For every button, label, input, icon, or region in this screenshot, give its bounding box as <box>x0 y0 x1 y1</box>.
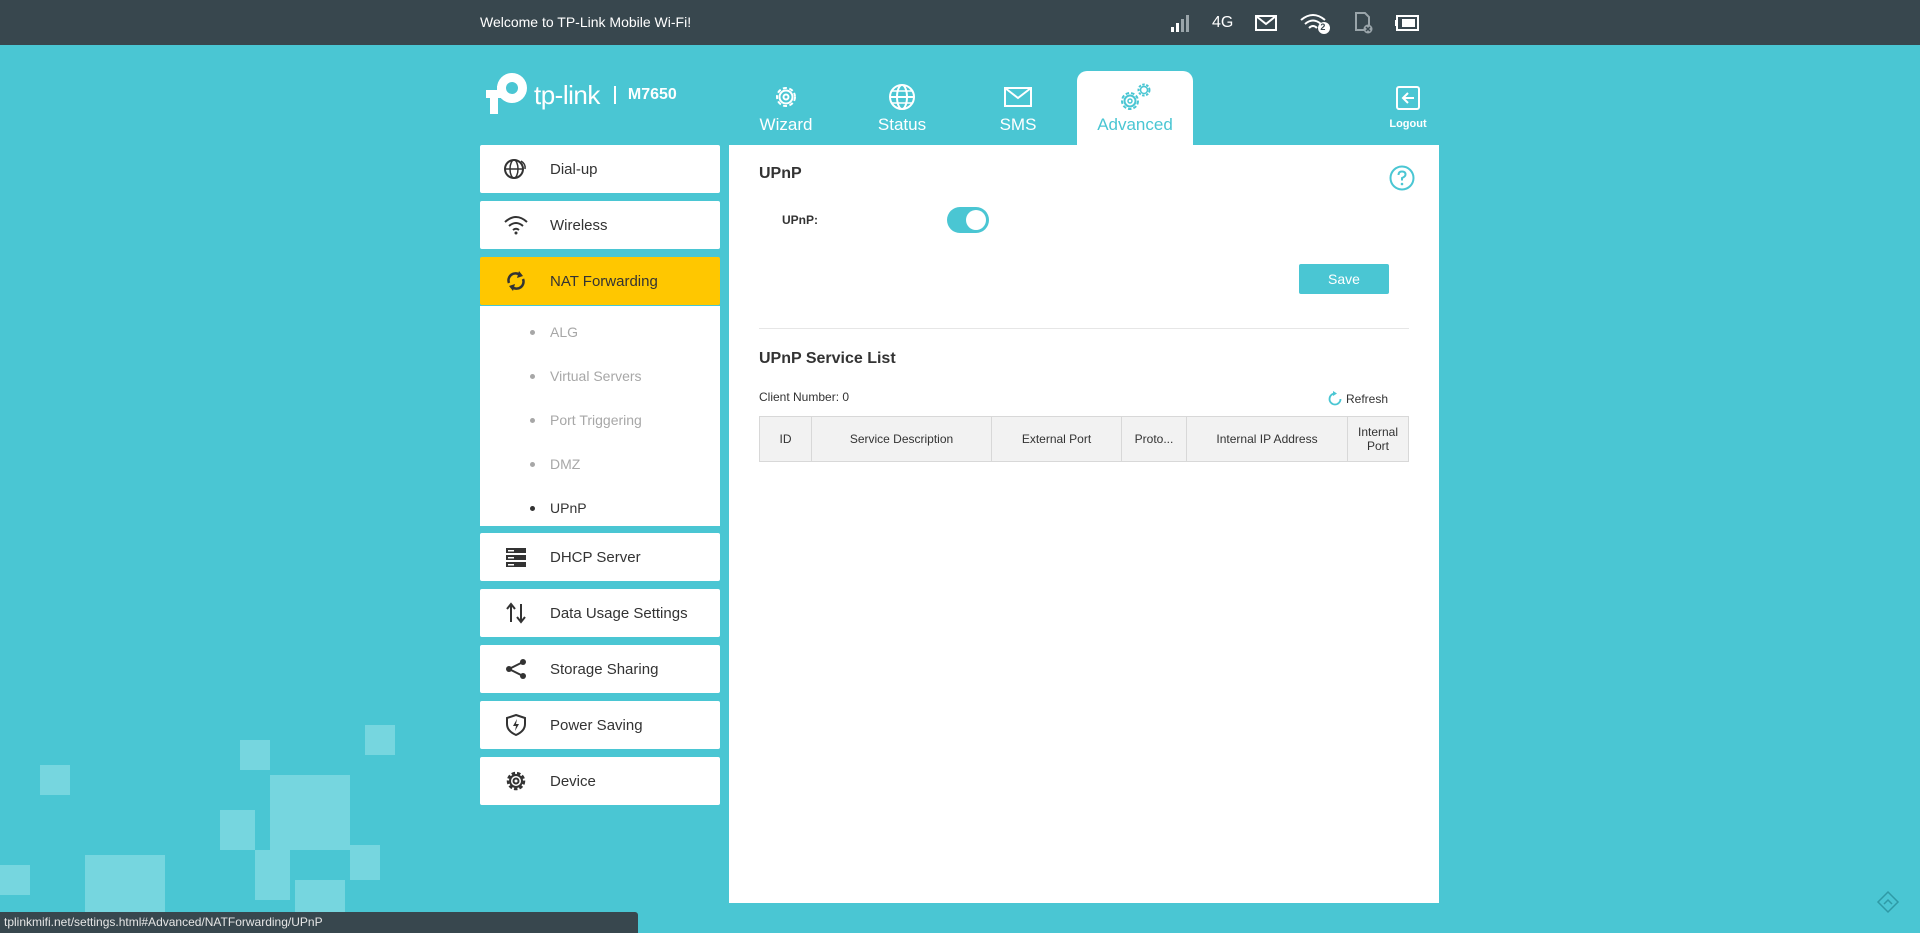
top-status-bar: Welcome to TP-Link Mobile Wi-Fi! 4G 2 <box>0 0 1920 45</box>
wifi-clients-count: 2 <box>1320 22 1326 32</box>
tp-link-logo-icon <box>486 73 527 114</box>
logo-separator <box>613 86 616 104</box>
column-header[interactable]: Internal IP Address <box>1187 417 1348 461</box>
network-type: 4G <box>1212 14 1234 31</box>
model-name: M7650 <box>627 86 677 103</box>
column-header[interactable]: Proto... <box>1122 417 1187 461</box>
signal-strength-icon <box>1170 13 1190 33</box>
sidebar-item-wireless[interactable]: Wireless <box>480 201 720 249</box>
battery-icon <box>1395 15 1420 31</box>
section-title: UPnP <box>759 165 802 182</box>
gear-icon <box>504 769 528 793</box>
bullet-icon <box>530 329 535 335</box>
sidebar-item-label: DHCP Server <box>550 548 641 566</box>
column-header[interactable]: External Port <box>992 417 1122 461</box>
tab-advanced-label: Advanced <box>1097 115 1173 134</box>
bullet-icon <box>530 505 535 511</box>
wifi-clients-icon: 2 <box>1299 12 1331 34</box>
shield-icon <box>504 713 528 737</box>
refresh-icon <box>1327 391 1343 407</box>
refresh-label: Refresh <box>1346 392 1389 406</box>
bullet-icon <box>530 417 535 423</box>
service-list-title: UPnP Service List <box>759 350 896 367</box>
submenu-item-label: DMZ <box>550 456 581 472</box>
submenu-item-virtual-servers[interactable]: Virtual Servers <box>530 366 642 386</box>
sidebar-item-dial-up[interactable]: Dial-up <box>480 145 720 193</box>
tab-wizard-label: Wizard <box>759 115 813 134</box>
refresh-button[interactable]: Refresh <box>1327 391 1388 407</box>
bullet-icon <box>530 461 535 467</box>
sidebar-item-label: Dial-up <box>550 160 598 178</box>
submenu-item-label: Virtual Servers <box>550 368 642 384</box>
column-header[interactable]: Service Description <box>812 417 992 461</box>
upnp-field-label: UPnP: <box>782 213 818 227</box>
globe-icon <box>844 83 960 111</box>
nat-forwarding-submenu: ALG Virtual Servers Port Triggering DMZ … <box>480 306 720 526</box>
status-icons: 4G 2 <box>1170 10 1441 36</box>
share-icon <box>504 657 528 681</box>
sidebar-item-power-saving[interactable]: Power Saving <box>480 701 720 749</box>
save-button[interactable]: Save <box>1299 264 1389 294</box>
sidebar-item-label: Wireless <box>550 216 608 234</box>
submenu-item-alg[interactable]: ALG <box>530 322 578 342</box>
section-divider <box>759 328 1409 329</box>
submenu-item-dmz[interactable]: DMZ <box>530 454 580 474</box>
toggle-knob <box>966 210 986 230</box>
upnp-service-table-header: ID Service Description External Port Pro… <box>759 416 1409 462</box>
sidebar-item-label: Device <box>550 772 596 790</box>
sidebar-item-storage-sharing[interactable]: Storage Sharing <box>480 645 720 693</box>
wifi-icon <box>504 213 528 237</box>
sidebar-item-label: Storage Sharing <box>550 660 659 678</box>
content-panel: UPnP UPnP: Save UPnP Service List Client… <box>729 145 1439 903</box>
client-number: Client Number: 0 <box>759 390 850 404</box>
tp-link-logo: tp-link M7650 <box>480 70 677 120</box>
logout-button[interactable]: Logout <box>1388 85 1428 130</box>
sidebar-item-data-usage-settings[interactable]: Data Usage Settings <box>480 589 720 637</box>
sidebar-item-label: Data Usage Settings <box>550 604 688 622</box>
help-icon[interactable] <box>1389 165 1415 191</box>
sidebar-item-dhcp-server[interactable]: DHCP Server <box>480 533 720 581</box>
tab-wizard[interactable]: Wizard <box>728 71 844 145</box>
dialup-globe-icon <box>504 157 528 181</box>
back-to-top-icon[interactable] <box>1876 890 1900 919</box>
submenu-item-upnp[interactable]: UPnP <box>530 498 587 518</box>
welcome-text: Welcome to TP-Link Mobile Wi-Fi! <box>480 14 692 30</box>
submenu-item-port-triggering[interactable]: Port Triggering <box>530 410 642 430</box>
submenu-item-label: UPnP <box>550 500 587 516</box>
upnp-toggle[interactable] <box>947 207 989 233</box>
sim-card-error-icon <box>1353 12 1373 34</box>
server-icon <box>504 545 528 569</box>
tab-sms[interactable]: SMS <box>960 71 1076 145</box>
sidebar-item-label: NAT Forwarding <box>550 272 658 290</box>
logout-icon <box>1396 86 1420 110</box>
gears-icon <box>1077 83 1193 111</box>
gear-icon <box>728 83 844 111</box>
tab-advanced[interactable]: Advanced <box>1077 71 1193 145</box>
sidebar-item-nat-forwarding[interactable]: NAT Forwarding <box>480 257 720 305</box>
sidebar-item-label: Power Saving <box>550 716 643 734</box>
tab-status-label: Status <box>877 115 927 134</box>
submenu-item-label: ALG <box>550 324 579 340</box>
bullet-icon <box>530 373 535 379</box>
tab-sms-label: SMS <box>999 115 1037 134</box>
column-header[interactable]: ID <box>760 417 812 461</box>
submenu-item-label: Port Triggering <box>550 412 642 428</box>
browser-status-url: tplinkmifi.net/settings.html#Advanced/NA… <box>0 912 638 933</box>
brand-name: tp-link <box>534 79 600 110</box>
envelope-icon <box>960 83 1076 111</box>
tab-status[interactable]: Status <box>844 71 960 145</box>
data-usage-icon <box>504 601 528 625</box>
column-header[interactable]: Internal Port <box>1348 417 1408 461</box>
sms-envelope-icon[interactable] <box>1255 15 1278 31</box>
sidebar-item-device[interactable]: Device <box>480 757 720 805</box>
nat-forwarding-icon <box>504 269 528 293</box>
logout-label: Logout <box>1389 118 1427 130</box>
